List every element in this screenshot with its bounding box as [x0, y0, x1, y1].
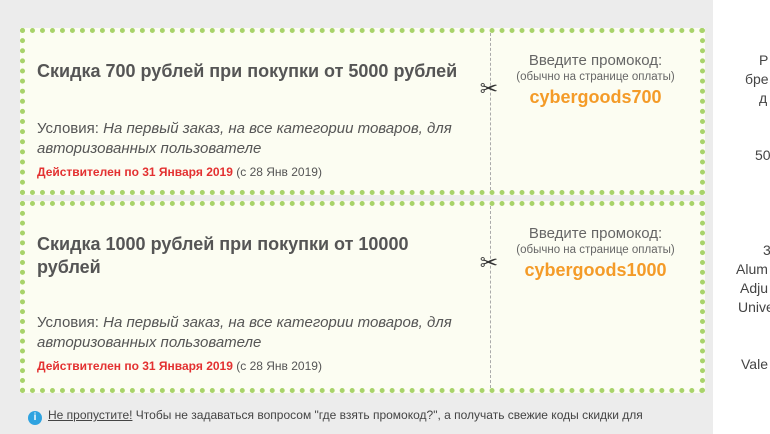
sidebar-fragment: 50 — [755, 147, 770, 163]
promo-code[interactable]: cybergoods700 — [491, 87, 700, 108]
sidebar-fragment: Alum — [736, 261, 768, 277]
promo-code[interactable]: cybergoods1000 — [491, 260, 700, 281]
valid-from: (с 28 Янв 2019) — [236, 165, 322, 179]
conditions-text-line2: авторизованных пользователе — [37, 140, 262, 157]
valid-until: Действителен по 31 Января 2019 — [37, 359, 233, 373]
sidebar-fragment: д — [759, 90, 768, 106]
coupon-title-line2: рублей — [37, 257, 101, 277]
coupon-title-line1: Скидка 1000 рублей при покупки от 10000 — [37, 234, 409, 254]
coupon-validity: Действителен по 31 Января 2019 (с 28 Янв… — [37, 359, 322, 373]
coupon-details: Скидка 1000 рублей при покупки от 10000 … — [25, 206, 490, 388]
coupon-details: Скидка 700 рублей при покупки от 5000 ру… — [25, 33, 490, 190]
promo-section: Введите промокод: (обычно на странице оп… — [491, 33, 700, 190]
info-text: Чтобы не задаваться вопросом "где взять … — [135, 408, 643, 422]
sidebar-fragment: Adju — [740, 280, 769, 296]
conditions-text-line1: На первый заказ, на все категории товаро… — [103, 120, 452, 137]
conditions-text-line2: авторизованных пользователе — [37, 334, 262, 351]
sidebar-fragment: Unive — [738, 299, 770, 315]
valid-from: (с 28 Янв 2019) — [236, 359, 322, 373]
info-icon: i — [28, 411, 42, 425]
sidebar-fragment: Vale — [741, 356, 768, 372]
coupon-title: Скидка 1000 рублей при покупки от 10000 … — [37, 233, 408, 279]
conditions-label: Условия: — [37, 314, 99, 331]
sidebar-fragment: бре — [745, 71, 769, 87]
enter-promo-label: Введите промокод: — [528, 225, 663, 242]
conditions-label: Условия: — [37, 120, 99, 137]
enter-promo-hint: (обычно на странице оплаты) — [516, 244, 675, 256]
valid-until: Действителен по 31 Января 2019 — [37, 165, 233, 179]
coupon-title: Скидка 700 рублей при покупки от 5000 ру… — [37, 61, 458, 81]
enter-promo-label: Введите промокод: — [528, 52, 663, 69]
sidebar-fragment: 3 — [763, 242, 770, 258]
coupon-card: Скидка 700 рублей при покупки от 5000 ру… — [20, 28, 705, 195]
coupon-card: Скидка 1000 рублей при покупки от 10000 … — [20, 201, 705, 393]
coupon-conditions: Условия: На первый заказ, на все категор… — [37, 119, 452, 159]
coupon-validity: Действителен по 31 Января 2019 (с 28 Янв… — [37, 165, 322, 179]
conditions-text-line1: На первый заказ, на все категории товаро… — [103, 314, 452, 331]
coupon-conditions: Условия: На первый заказ, на все категор… — [37, 313, 452, 353]
sidebar-fragment: Р — [759, 52, 769, 68]
coupons-panel: Скидка 700 рублей при покупки от 5000 ру… — [0, 0, 713, 434]
info-notice: i Не пропустите! Чтобы не задаваться вопр… — [28, 408, 708, 425]
enter-promo-hint: (обычно на странице оплаты) — [516, 71, 675, 83]
promo-section: Введите промокод: (обычно на странице оп… — [491, 206, 700, 388]
dont-miss-link[interactable]: Не пропустите! — [48, 408, 132, 422]
